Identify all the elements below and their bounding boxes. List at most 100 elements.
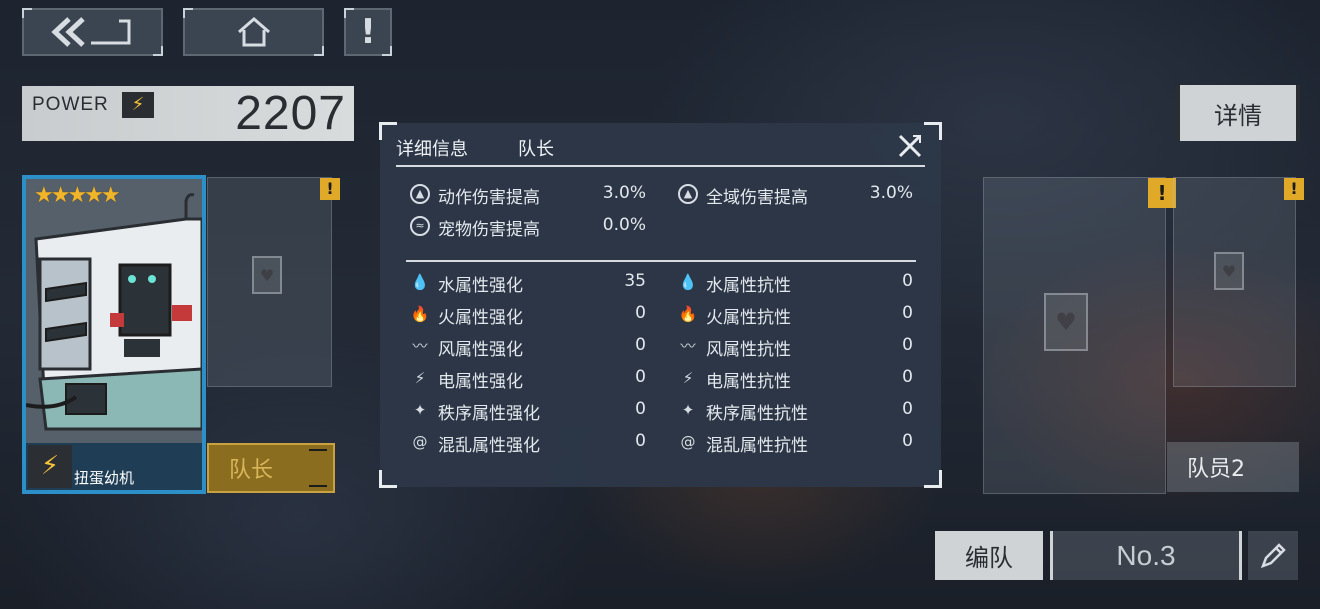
vending-robot-illustration: [26, 179, 202, 443]
lightning-resist-icon: ⚡: [682, 369, 694, 387]
member-slot-2[interactable]: ! ♥: [1173, 177, 1304, 387]
modal-subtitle: 队长: [518, 139, 554, 160]
fire-resist-icon: 🔥: [678, 305, 698, 323]
stat-label: 混乱属性抗性: [706, 436, 808, 456]
leader-character-card[interactable]: ★★★★★ ⚡ 扭蛋幼机: [22, 175, 206, 494]
stat-value: 3.0%: [602, 183, 646, 203]
water-drop-icon: 💧: [410, 273, 430, 291]
water-resist-icon: 💧: [678, 273, 698, 291]
member-slot-3[interactable]: ! ♥: [983, 177, 1176, 494]
character-info-bar: ⚡ 扭蛋幼机: [26, 443, 202, 490]
stat-label: 水属性抗性: [706, 276, 791, 296]
lightning-icon: ⚡: [122, 92, 154, 118]
chaos-resist-icon: @: [680, 433, 696, 451]
attr-row-order-resist: ✦ 秩序属性抗性 0: [678, 399, 913, 424]
power-label: POWER: [32, 94, 109, 115]
attr-row-electric-boost: ⚡ 电属性强化 0: [410, 367, 646, 392]
leader-label: 队长: [229, 458, 274, 483]
detail-info-modal: 详细信息 队长 ▲ 动作伤害提高 3.0% ▲ 全域伤害提高 3.0% ≈ 宠物…: [379, 122, 942, 488]
character-portrait: ★★★★★: [26, 179, 202, 443]
warning-icon: !: [320, 178, 340, 200]
attr-row-order-boost: ✦ 秩序属性强化 0: [410, 399, 646, 424]
modal-title: 详细信息: [396, 139, 468, 160]
order-resist-icon: ✦: [681, 401, 695, 419]
power-panel: POWER ⚡ 2207: [22, 86, 354, 141]
exclamation-icon: !: [360, 12, 376, 52]
stat-label: 电属性抗性: [706, 372, 791, 392]
stat-label: 秩序属性抗性: [706, 404, 808, 424]
support-slot[interactable]: ! ♥: [207, 177, 340, 387]
card-placeholder-icon: ♥: [252, 256, 282, 294]
divider: [406, 260, 916, 262]
character-name: 扭蛋幼机: [74, 469, 135, 487]
pencil-icon: [1260, 542, 1286, 568]
attr-row-chaos-resist: @ 混乱属性抗性 0: [678, 431, 914, 456]
home-icon: [237, 17, 270, 47]
tag-bars-decoration: [309, 449, 327, 487]
home-button[interactable]: [183, 8, 324, 56]
stat-value: 0: [635, 303, 646, 323]
back-button[interactable]: [22, 8, 163, 56]
stat-value: 0: [902, 367, 913, 387]
stat-row-action-damage: ▲ 动作伤害提高 3.0%: [410, 183, 646, 208]
stat-row-global-damage: ▲ 全域伤害提高 3.0%: [678, 183, 913, 208]
chaos-spiral-icon: @: [412, 433, 428, 451]
warning-icon: !: [1148, 178, 1176, 208]
card-placeholder-icon: ♥: [1214, 252, 1244, 290]
corner-decoration: [924, 122, 942, 140]
stat-label: 混乱属性强化: [438, 436, 540, 456]
attr-row-fire-boost: 🔥 火属性强化 0: [410, 303, 646, 328]
team-number-selector[interactable]: No.3: [1050, 531, 1242, 580]
edit-team-button[interactable]: [1248, 531, 1298, 580]
stat-label: 水属性强化: [438, 276, 523, 296]
stat-label: 秩序属性强化: [438, 404, 540, 424]
attr-row-chaos-boost: @ 混乱属性强化 0: [410, 431, 647, 456]
arrow-up-circle-icon: ▲: [678, 184, 698, 204]
stat-value: 0: [902, 431, 913, 451]
stat-label: 宠物伤害提高: [438, 220, 540, 240]
lightning-icon: ⚡: [28, 445, 72, 488]
stat-value: 0: [635, 367, 646, 387]
rarity-stars: ★★★★★: [34, 183, 121, 208]
member2-label: 队员2: [1187, 457, 1245, 482]
card-placeholder-icon: ♥: [1044, 293, 1088, 351]
lightning-icon: ⚡: [414, 369, 426, 387]
detail-button[interactable]: 详情: [1176, 85, 1300, 141]
order-star-icon: ✦: [413, 401, 427, 419]
attr-row-water-resist: 💧 水属性抗性 0: [678, 271, 913, 296]
stat-value: 0: [635, 335, 646, 355]
stat-value: 35: [624, 271, 646, 291]
team-formation-button[interactable]: 编队: [935, 531, 1043, 580]
power-value: 2207: [235, 87, 346, 140]
attr-row-wind-boost: 〰 风属性强化 0: [410, 335, 646, 360]
stat-row-pet-damage: ≈ 宠物伤害提高 0.0%: [410, 215, 646, 240]
warning-icon: !: [1284, 178, 1304, 200]
stat-value: 0: [635, 431, 646, 451]
attr-row-fire-resist: 🔥 火属性抗性 0: [678, 303, 913, 328]
alert-button[interactable]: !: [344, 8, 392, 56]
corner-decoration: [379, 470, 397, 488]
stat-label: 火属性强化: [438, 308, 523, 328]
divider: [396, 165, 925, 167]
pet-wing-icon: ≈: [410, 216, 430, 236]
stat-label: 风属性强化: [438, 340, 523, 360]
double-chevron-back-icon: [50, 17, 130, 47]
stat-value: 0: [902, 335, 913, 355]
corner-decoration: [924, 470, 942, 488]
wind-resist-icon: 〰: [680, 337, 696, 355]
arrow-up-circle-icon: ▲: [410, 184, 430, 204]
stat-value: 0: [635, 399, 646, 419]
stat-value: 0: [902, 303, 913, 323]
stat-value: 0: [902, 399, 913, 419]
attr-row-water-boost: 💧 水属性强化 35: [410, 271, 646, 296]
stat-label: 火属性抗性: [706, 308, 791, 328]
attr-row-electric-resist: ⚡ 电属性抗性 0: [678, 367, 913, 392]
member2-tag: 队员2: [1167, 442, 1299, 492]
stat-value: 0: [902, 271, 913, 291]
stat-value: 0.0%: [602, 215, 646, 235]
attr-row-wind-resist: 〰 风属性抗性 0: [678, 335, 913, 360]
stat-label: 动作伤害提高: [438, 188, 540, 208]
stat-label: 电属性强化: [438, 372, 523, 392]
close-icon[interactable]: [897, 133, 923, 159]
stat-label: 全域伤害提高: [706, 188, 808, 208]
